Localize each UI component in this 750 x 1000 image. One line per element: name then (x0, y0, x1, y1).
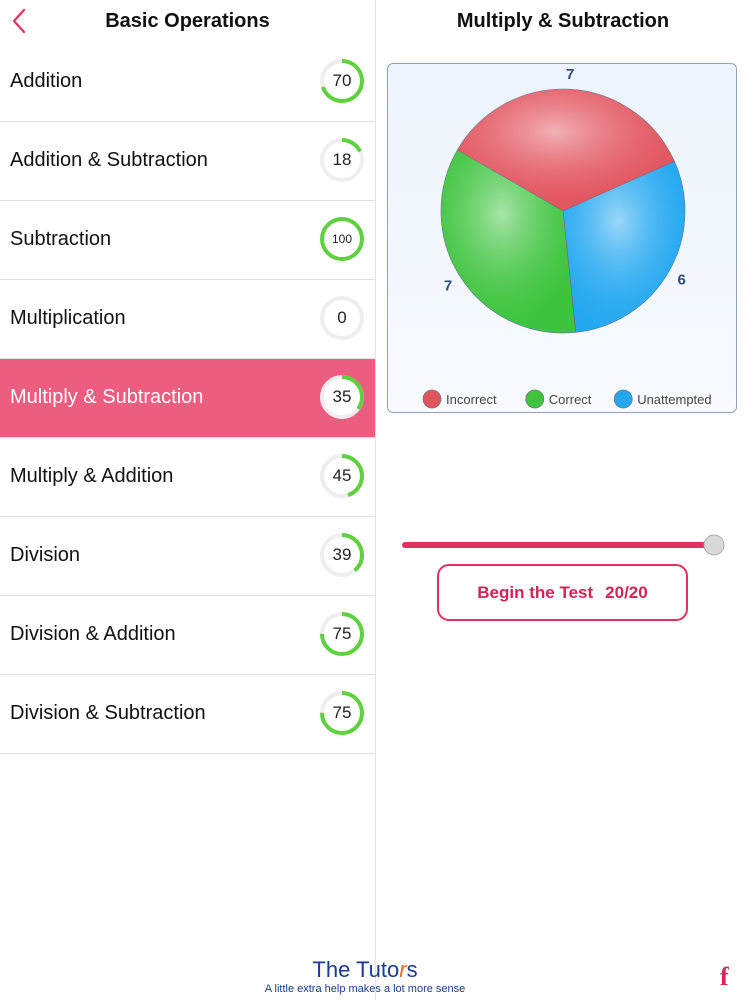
score-value: 100 (331, 232, 353, 246)
pie-slice-value: 7 (566, 66, 574, 83)
pie-slice-value: 7 (444, 278, 452, 295)
operations-list: Addition 70 Addition & Subtraction 18 Subtra… (0, 43, 375, 754)
question-count-slider[interactable] (400, 534, 726, 558)
results-chart: 7 6 7 Incorrect Correct Unattempted (387, 63, 737, 413)
begin-test-label: Begin the Test (477, 582, 594, 602)
legend-swatch (525, 389, 545, 409)
operation-label: Multiplication (10, 307, 126, 329)
score-value: 0 (337, 308, 347, 327)
legend-swatch (422, 389, 442, 409)
legend-label: Correct (549, 392, 592, 407)
operation-label: Division (10, 544, 81, 566)
operation-label: Addition & Subtraction (10, 149, 208, 171)
legend-swatch (613, 389, 633, 409)
begin-test-count: 20/20 (605, 582, 648, 602)
brand-suffix: s (406, 957, 418, 982)
score-value: 35 (332, 387, 352, 406)
operation-row[interactable]: Division & Subtraction 75 (0, 675, 375, 754)
score-value: 75 (332, 624, 352, 643)
operation-row[interactable]: Division & Addition 75 (0, 596, 375, 675)
operation-label: Addition (10, 70, 83, 92)
operation-row[interactable]: Multiplication 0 (0, 280, 375, 359)
operation-label: Multiply & Subtraction (10, 386, 204, 408)
brand-prefix: The Tuto (312, 957, 400, 982)
operation-label: Multiply & Addition (10, 465, 174, 487)
operation-row[interactable]: Subtraction 100 (0, 201, 375, 280)
right-panel-title: Multiply & Subtraction (456, 10, 670, 32)
operation-row[interactable]: Addition 70 (0, 43, 375, 122)
slider-track (402, 542, 714, 548)
operation-label: Division & Addition (10, 623, 176, 645)
score-value: 18 (332, 150, 352, 169)
score-value: 39 (332, 545, 352, 564)
operation-row[interactable]: Addition & Subtraction 18 (0, 122, 375, 201)
slider-thumb[interactable] (703, 534, 725, 556)
legend-label: Unattempted (637, 392, 711, 407)
footer-logo: The Tutors A little extra help makes a l… (230, 958, 500, 998)
begin-test-button[interactable]: Begin the Test 20/20 (437, 564, 688, 621)
operation-row[interactable]: Multiply & Subtraction 35 (0, 359, 375, 438)
legend-item: Unattempted (613, 389, 712, 409)
pie-slice-value: 6 (677, 272, 685, 289)
left-panel-title: Basic Operations (105, 10, 270, 32)
score-value: 75 (332, 703, 352, 722)
operation-label: Subtraction (10, 228, 112, 250)
brand-r: r (399, 957, 407, 982)
brand-name: The Tutors (230, 958, 500, 982)
facebook-icon[interactable]: f (720, 962, 736, 992)
operation-row[interactable]: Division 39 (0, 517, 375, 596)
legend-label: Incorrect (446, 392, 497, 407)
score-value: 70 (332, 71, 352, 90)
score-value: 45 (332, 466, 352, 485)
legend-item: Incorrect (422, 389, 497, 409)
operation-label: Division & Subtraction (10, 702, 206, 724)
pie-chart: 7 6 7 Incorrect Correct Unattempted (422, 66, 712, 409)
legend-item: Correct (525, 389, 592, 409)
operation-row[interactable]: Multiply & Addition 45 (0, 438, 375, 517)
brand-tagline: A little extra help makes a lot more sen… (264, 983, 466, 995)
left-header: Basic Operations (0, 0, 375, 43)
operations-panel: Basic Operations Addition 70 Addition & Su… (0, 0, 376, 1000)
